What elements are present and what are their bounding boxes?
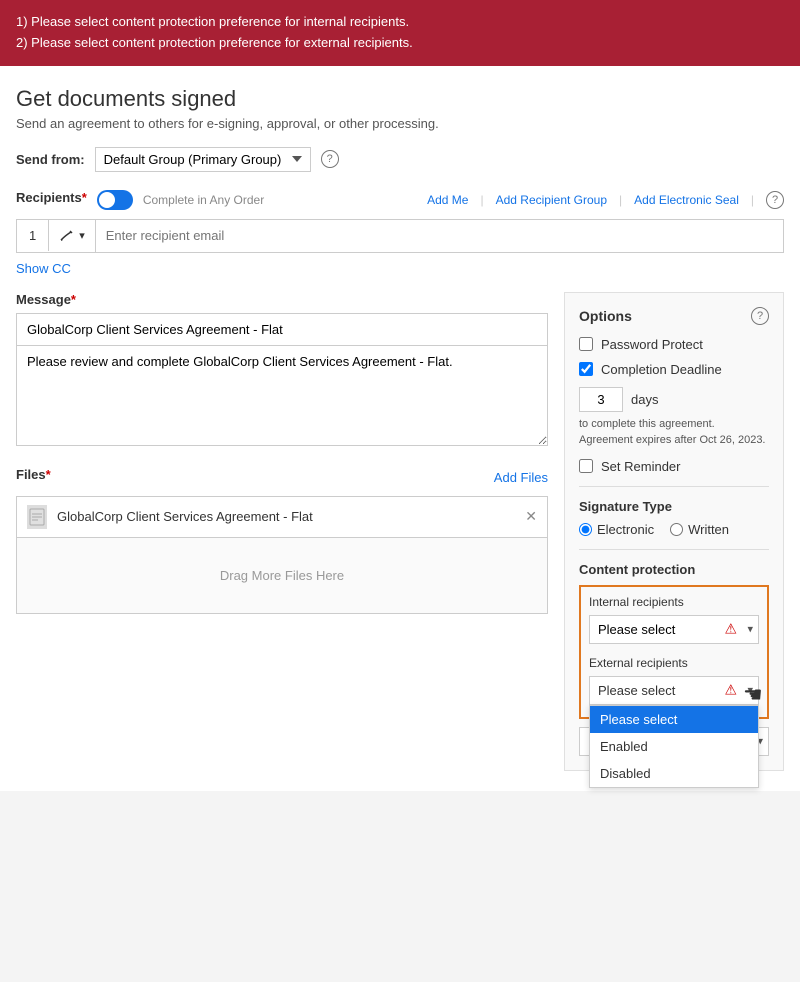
signature-type-radio-group: Electronic Written	[579, 522, 769, 537]
error-banner: 1) Please select content protection pref…	[0, 0, 800, 66]
internal-recipients-select[interactable]: Please select Enabled Disabled	[589, 615, 759, 644]
electronic-label: Electronic	[597, 522, 654, 537]
options-help-icon[interactable]: ?	[751, 307, 769, 325]
files-label: Files*	[16, 467, 51, 482]
password-protect-checkbox[interactable]	[579, 337, 593, 351]
options-panel: Options ? Password Protect Completion De…	[564, 292, 784, 771]
dropdown-item-please-select[interactable]: Please select	[590, 706, 758, 733]
set-reminder-checkbox[interactable]	[579, 459, 593, 473]
show-cc-link[interactable]: Show CC	[16, 261, 71, 276]
password-protect-row: Password Protect	[579, 337, 769, 352]
add-recipient-group-link[interactable]: Add Recipient Group	[496, 193, 607, 207]
left-column: Message* Files* Add Files	[16, 292, 548, 614]
add-electronic-seal-link[interactable]: Add Electronic Seal	[634, 193, 739, 207]
complete-in-any-order-label: Complete in Any Order	[143, 193, 264, 207]
written-radio-option: Written	[670, 522, 729, 537]
signature-type-label: Signature Type	[579, 499, 769, 514]
external-select-wrapper: ⚠ ▾ Please select Enabled Disabled ☛	[589, 676, 759, 705]
completion-deadline-row: Completion Deadline	[579, 362, 769, 377]
external-dropdown: Please select Enabled Disabled	[589, 705, 759, 788]
recipients-header: Recipients* Complete in Any Order Add Me…	[16, 190, 784, 211]
page-title: Get documents signed	[16, 86, 784, 112]
complete-in-order-toggle[interactable]	[97, 190, 133, 210]
dropdown-item-enabled[interactable]: Enabled	[590, 733, 758, 760]
set-reminder-row: Set Reminder	[579, 459, 769, 474]
set-reminder-label: Set Reminder	[601, 459, 680, 474]
page-subtitle: Send an agreement to others for e-signin…	[16, 116, 784, 131]
send-from-row: Send from: Default Group (Primary Group)…	[16, 147, 784, 172]
completion-deadline-checkbox[interactable]	[579, 362, 593, 376]
add-files-link[interactable]: Add Files	[494, 470, 548, 485]
file-item: GlobalCorp Client Services Agreement - F…	[16, 496, 548, 538]
deadline-input-row: days	[579, 387, 769, 412]
signer-icon	[59, 228, 75, 244]
dropdown-item-disabled[interactable]: Disabled	[590, 760, 758, 787]
message-body-input[interactable]	[16, 346, 548, 446]
recipient-email-input[interactable]	[96, 220, 783, 251]
external-recipients-input[interactable]	[589, 676, 759, 705]
recipients-help-icon[interactable]: ?	[766, 191, 784, 209]
content-protection-title: Content protection	[579, 562, 769, 577]
content-protection-section: Internal recipients Please select Enable…	[579, 585, 769, 719]
recipients-label: Recipients*	[16, 190, 87, 205]
recipients-actions: Add Me | Add Recipient Group | Add Elect…	[427, 191, 784, 209]
options-title: Options	[579, 308, 632, 324]
options-header: Options ?	[579, 307, 769, 325]
file-close-button[interactable]: ✕	[525, 508, 537, 525]
send-from-select[interactable]: Default Group (Primary Group)	[95, 147, 311, 172]
written-radio[interactable]	[670, 523, 683, 536]
send-from-label: Send from:	[16, 152, 85, 167]
add-me-link[interactable]: Add Me	[427, 193, 468, 207]
completion-deadline-label: Completion Deadline	[601, 362, 722, 377]
internal-select-wrapper: Please select Enabled Disabled ⚠ ▾	[589, 615, 759, 644]
drag-label: Drag More Files Here	[220, 568, 344, 583]
recipient-role-selector[interactable]: ▾	[49, 220, 96, 252]
drag-zone[interactable]: Drag More Files Here	[16, 538, 548, 614]
external-recipients-label: External recipients	[589, 656, 759, 670]
file-name: GlobalCorp Client Services Agreement - F…	[57, 509, 525, 524]
cursor-icon: ☛	[743, 682, 763, 735]
error-line-2: 2) Please select content protection pref…	[16, 33, 784, 54]
divider-2	[579, 549, 769, 550]
recipient-number: 1	[17, 220, 49, 251]
file-type-icon	[27, 505, 47, 529]
deadline-note: to complete this agreement. Agreement ex…	[579, 416, 769, 449]
message-title-input[interactable]	[16, 313, 548, 346]
error-line-1: 1) Please select content protection pref…	[16, 12, 784, 33]
written-label: Written	[688, 522, 729, 537]
deadline-input[interactable]	[579, 387, 623, 412]
deadline-days-label: days	[631, 392, 658, 407]
electronic-radio-option: Electronic	[579, 522, 654, 537]
password-protect-label: Password Protect	[601, 337, 703, 352]
doc-icon	[29, 508, 45, 526]
divider-1	[579, 486, 769, 487]
message-label: Message*	[16, 292, 548, 307]
electronic-radio[interactable]	[579, 523, 592, 536]
two-col-layout: Message* Files* Add Files	[16, 292, 784, 771]
help-icon[interactable]: ?	[321, 150, 339, 168]
files-header: Files* Add Files	[16, 467, 548, 488]
internal-recipients-label: Internal recipients	[589, 595, 759, 609]
recipient-row: 1 ▾	[16, 219, 784, 253]
recipients-left: Recipients* Complete in Any Order	[16, 190, 264, 211]
